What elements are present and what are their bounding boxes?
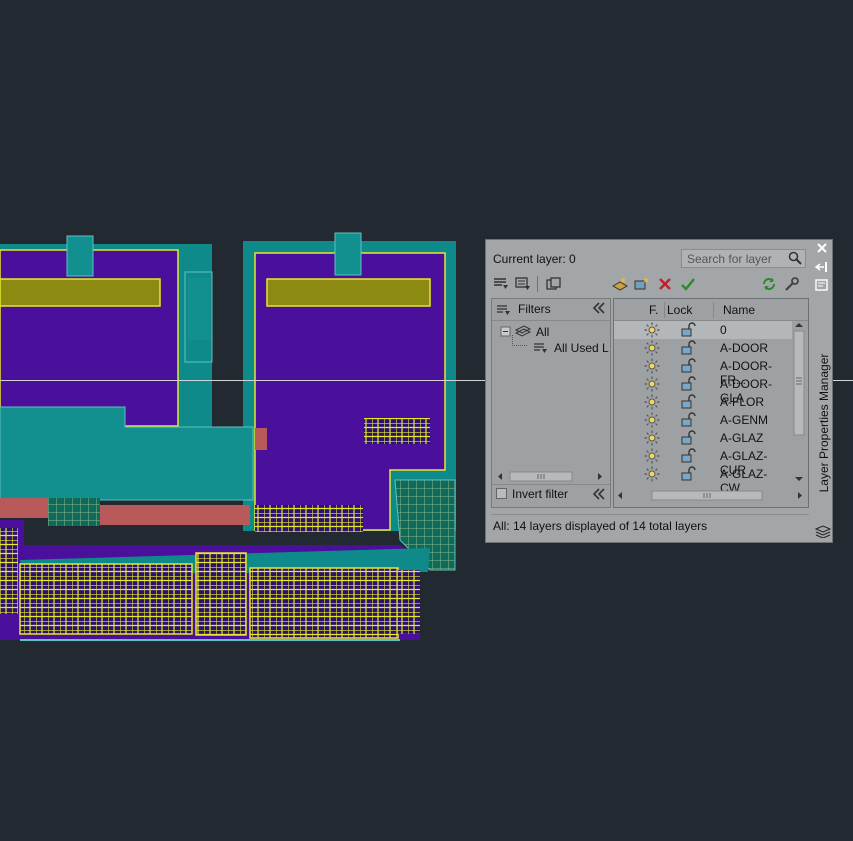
delete-layer-icon[interactable] [655,274,675,294]
column-freeze[interactable]: F. [649,303,658,317]
toolbar-separator [537,276,538,292]
palette-titlebar[interactable]: Layer Properties Manager [812,240,832,542]
layer-stack-icon [814,524,832,541]
filters-pane: Filters All All Used L Invert filter [491,298,611,508]
layer-row[interactable]: A-DOOR [614,339,792,357]
current-layer-label: Current layer: 0 [493,252,576,266]
tree-connector [512,335,527,346]
sun-icon[interactable] [644,466,660,485]
layer-row[interactable]: A-GLAZ-CW... [614,465,792,495]
filter-all-used-label: All Used L [554,341,609,355]
collapse-filters-icon[interactable] [592,301,606,318]
layer-properties-manager-palette[interactable]: Current layer: 0 Filters [485,239,833,543]
layer-list-header: F. Lock Name [614,299,808,321]
layer-row[interactable]: A-GLAZ [614,429,792,447]
auto-hide-icon[interactable] [814,261,829,276]
search-icon[interactable] [788,251,802,268]
layer-list[interactable]: F. Lock Name 0 A-DOOR A-DOOR-FR... A-DOOR-G… [613,298,809,508]
column-divider [664,302,665,318]
new-group-filter-icon[interactable] [513,274,533,294]
column-lock[interactable]: Lock [667,303,692,317]
filters-title: Filters [518,302,551,316]
layer-row[interactable]: A-GLAZ-CUR [614,447,792,477]
layer-states-icon[interactable] [544,274,564,294]
layer-name: 0 [720,323,727,337]
layer-search-box[interactable] [681,249,806,268]
layer-row[interactable]: 0 [614,321,792,339]
column-divider [713,302,714,318]
filters-header: Filters [492,299,610,321]
layer-name: A-DOOR [720,341,768,355]
new-layer-icon[interactable] [610,274,630,294]
column-name[interactable]: Name [723,303,755,317]
status-text: All: 14 layers displayed of 14 total lay… [493,519,708,533]
layer-name: A-FLOR [720,395,765,409]
collapse-pane-icon[interactable] [592,487,606,504]
new-property-filter-icon[interactable] [491,274,511,294]
invert-filter-label: Invert filter [512,487,569,501]
filter-used-icon [534,343,547,353]
properties-menu-icon[interactable] [815,279,829,294]
unlock-icon[interactable] [680,466,696,485]
layer-name: A-GLAZ [720,431,764,445]
layer-list-vscrollbar[interactable] [792,321,806,485]
layer-row[interactable]: A-DOOR-FR... [614,357,792,387]
search-input[interactable] [682,250,787,267]
layer-list-hscrollbar[interactable] [616,489,804,502]
filters-divider [492,484,610,485]
left-wing [0,235,213,430]
filters-hscrollbar[interactable] [496,470,604,483]
refresh-icon[interactable] [759,274,779,294]
layer-name: A-GENM [720,413,768,427]
palette-title: Layer Properties Manager [817,353,831,493]
status-bar: All: 14 layers displayed of 14 total lay… [491,514,809,536]
settings-icon[interactable] [782,274,802,294]
set-current-icon[interactable] [678,274,698,294]
tree-collapse-icon[interactable] [500,326,512,338]
new-layer-vp-frozen-icon[interactable] [632,274,652,294]
filter-header-icon [496,302,512,319]
layer-row[interactable]: A-FLOR [614,393,792,411]
close-icon[interactable] [816,242,828,257]
layer-row[interactable]: A-GENM [614,411,792,429]
invert-filter-checkbox[interactable] [496,488,507,499]
layer-row[interactable]: A-DOOR-GLA [614,375,792,405]
filter-all-label: All [536,325,550,339]
